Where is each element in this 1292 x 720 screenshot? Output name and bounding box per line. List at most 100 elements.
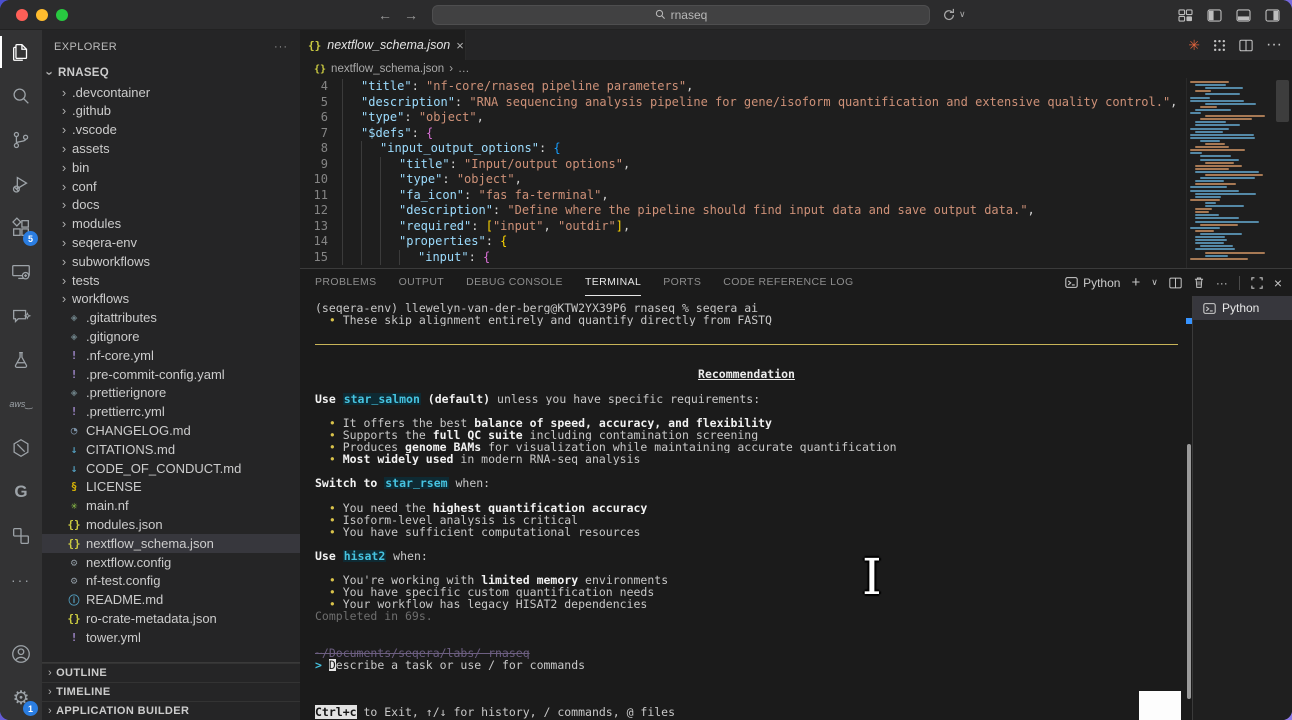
tree-file-readme-md[interactable]: ⓘREADME.md <box>42 590 300 609</box>
minimize-window-button[interactable] <box>36 9 48 21</box>
sync-indicator[interactable]: ∨ <box>942 8 966 22</box>
new-terminal-icon[interactable]: + <box>1131 274 1140 291</box>
run-debug-icon[interactable] <box>0 162 42 206</box>
tree-folder-assets[interactable]: ›assets <box>42 139 300 158</box>
tree-file--gitignore[interactable]: ◈.gitignore <box>42 327 300 346</box>
toggle-sidebar-icon[interactable] <box>1207 9 1222 22</box>
terminal-output[interactable]: (seqera-env) llewelyn-van-der-berg@KTW2Y… <box>300 296 1186 720</box>
tab-nextflow-schema[interactable]: {} nextflow_schema.json × <box>300 30 466 60</box>
tree-file-code-of-conduct-md[interactable]: ↓CODE_OF_CONDUCT.md <box>42 459 300 478</box>
tree-folder--vscode[interactable]: ›.vscode <box>42 120 300 139</box>
hexagon-tool-icon[interactable] <box>0 426 42 470</box>
split-terminal-icon[interactable] <box>1169 277 1182 289</box>
tree-folder--devcontainer[interactable]: ›.devcontainer <box>42 83 300 102</box>
remote-explorer-icon[interactable] <box>0 250 42 294</box>
tree-root-rnaseq[interactable]: ›RNASEQ <box>42 64 300 83</box>
toggle-panel-icon[interactable] <box>1236 9 1251 22</box>
close-panel-icon[interactable]: × <box>1274 275 1282 291</box>
tree-file--pre-commit-config-yaml[interactable]: !.pre-commit-config.yaml <box>42 365 300 384</box>
maximize-panel-icon[interactable] <box>1251 277 1263 289</box>
tree-folder-tests[interactable]: ›tests <box>42 271 300 290</box>
command-center-search[interactable]: rnaseq <box>432 5 930 25</box>
forward-button[interactable]: → <box>404 7 418 23</box>
section-application-builder[interactable]: ›APPLICATION BUILDER <box>42 701 300 720</box>
minimap[interactable] <box>1186 78 1272 268</box>
extensions-icon[interactable]: 5 <box>0 206 42 250</box>
source-control-icon[interactable] <box>0 118 42 162</box>
tree-folder-workflows[interactable]: ›workflows <box>42 290 300 309</box>
testing-icon[interactable] <box>0 338 42 382</box>
tree-folder-seqera-env[interactable]: ›seqera-env <box>42 233 300 252</box>
terminal-list-item-python[interactable]: Python <box>1193 296 1292 320</box>
tree-folder-docs[interactable]: ›docs <box>42 196 300 215</box>
code-token: "title" <box>361 79 412 95</box>
more-actions-icon[interactable]: ··· <box>1266 36 1282 54</box>
breadcrumb[interactable]: {} nextflow_schema.json › … <box>300 60 1292 78</box>
tree-file-license[interactable]: §LICENSE <box>42 478 300 497</box>
tree-folder-subworkflows[interactable]: ›subworkflows <box>42 252 300 271</box>
back-button[interactable]: ← <box>378 7 392 23</box>
nf-core-icon[interactable]: ✳ <box>1188 37 1200 54</box>
breadcrumb-file[interactable]: nextflow_schema.json <box>331 63 444 75</box>
terminal-dropdown-icon[interactable]: ∨ <box>1151 277 1158 288</box>
panel-actions: Python + ∨ ··· × <box>1065 269 1282 296</box>
chat-icon[interactable] <box>0 294 42 338</box>
panel-more-icon[interactable]: ··· <box>1216 276 1228 290</box>
terminal-scrollbar-thumb[interactable] <box>1187 444 1191 699</box>
linked-squares-icon[interactable] <box>0 514 42 558</box>
chevron-icon: › <box>56 216 72 231</box>
tree-folder-modules[interactable]: ›modules <box>42 214 300 233</box>
section-outline[interactable]: ›OUTLINE <box>42 663 300 682</box>
panel-tab-ports[interactable]: PORTS <box>663 269 701 296</box>
tree-folder--github[interactable]: ›.github <box>42 102 300 121</box>
tree-file-nextflow-schema-json[interactable]: {}nextflow_schema.json <box>42 534 300 553</box>
breadcrumb-tail[interactable]: … <box>458 63 470 75</box>
editor-scrollbar-thumb[interactable] <box>1276 80 1289 122</box>
tree-file-modules-json[interactable]: {}modules.json <box>42 515 300 534</box>
panel-tab-output[interactable]: OUTPUT <box>399 269 445 296</box>
panel-tab-code-reference-log[interactable]: CODE REFERENCE LOG <box>723 269 853 296</box>
aws-icon[interactable]: aws‿ <box>0 382 42 426</box>
indent-guide <box>380 203 399 219</box>
tree-file-main-nf[interactable]: ✳main.nf <box>42 496 300 515</box>
terminal-text: (default) <box>421 393 490 405</box>
more-views-icon[interactable]: ··· <box>0 558 42 602</box>
tree-folder-bin[interactable]: ›bin <box>42 158 300 177</box>
kill-terminal-icon[interactable] <box>1193 276 1205 289</box>
explorer-icon[interactable] <box>0 30 42 74</box>
line-number: 9 <box>300 157 342 173</box>
organize-icon[interactable] <box>1213 39 1226 52</box>
accounts-icon[interactable] <box>0 632 42 676</box>
tree-file-nextflow-config[interactable]: ⚙nextflow.config <box>42 553 300 572</box>
tree-file--prettierrc-yml[interactable]: !.prettierrc.yml <box>42 402 300 421</box>
settings-gear-icon[interactable]: ⚙1 <box>0 676 42 720</box>
indent-guide <box>361 203 380 219</box>
explorer-more-actions[interactable]: ··· <box>274 41 288 53</box>
code-editor[interactable]: 4"title": "nf-core/rnaseq pipeline param… <box>300 78 1292 268</box>
terminal-footer-text: Ctrl+c <box>315 705 357 719</box>
split-editor-icon[interactable] <box>1239 39 1253 52</box>
panel-tab-problems[interactable]: PROBLEMS <box>315 269 377 296</box>
tree-file--prettierignore[interactable]: ◈.prettierignore <box>42 384 300 403</box>
zoom-window-button[interactable] <box>56 9 68 21</box>
close-tab-icon[interactable]: × <box>456 38 464 53</box>
tree-file-ro-crate-metadata-json[interactable]: {}ro-crate-metadata.json <box>42 609 300 628</box>
search-icon[interactable] <box>0 74 42 118</box>
tree-file-changelog-md[interactable]: ◔CHANGELOG.md <box>42 421 300 440</box>
terminal-line: • You have sufficient computational reso… <box>315 526 1178 538</box>
panel-tab-terminal[interactable]: TERMINAL <box>585 269 641 296</box>
tree-file-tower-yml[interactable]: !tower.yml <box>42 628 300 647</box>
layout-grid-icon[interactable] <box>1178 9 1193 22</box>
close-window-button[interactable] <box>16 9 28 21</box>
tree-file--gitattributes[interactable]: ◈.gitattributes <box>42 308 300 327</box>
section-timeline[interactable]: ›TIMELINE <box>42 682 300 701</box>
tree-file-citations-md[interactable]: ↓CITATIONS.md <box>42 440 300 459</box>
tree-file-nf-test-config[interactable]: ⚙nf-test.config <box>42 572 300 591</box>
tree-file--nf-core-yml[interactable]: !.nf-core.yml <box>42 346 300 365</box>
terminal-scrollbar[interactable] <box>1186 296 1192 720</box>
tree-folder-conf[interactable]: ›conf <box>42 177 300 196</box>
panel-tab-debug-console[interactable]: DEBUG CONSOLE <box>466 269 563 296</box>
shell-selector[interactable]: Python <box>1065 276 1120 290</box>
toggle-secondary-sidebar-icon[interactable] <box>1265 9 1280 22</box>
gitlens-icon[interactable]: G <box>0 470 42 514</box>
